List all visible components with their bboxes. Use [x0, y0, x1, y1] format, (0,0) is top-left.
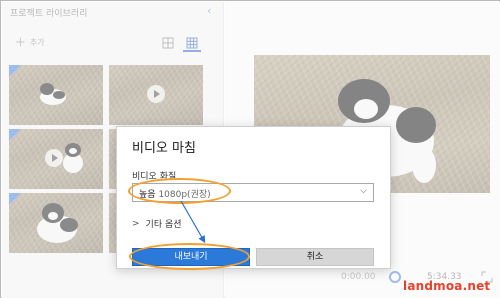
chevron-right-icon: > [132, 218, 140, 229]
chevron-down-icon: ⌵ [360, 186, 367, 196]
highlight-annotation [129, 243, 250, 270]
more-options-toggle[interactable]: > 기타 옵션 [132, 217, 182, 231]
watermark-text: landmoa.net [403, 279, 491, 293]
app-window: 프로젝트 라이브러리 ‹ + 추가 0:00.00 5:34.33 비디오 마침… [0, 0, 500, 298]
cancel-button[interactable]: 취소 [256, 248, 374, 266]
highlight-annotation [128, 178, 231, 204]
finish-video-dialog: 비디오 마침 비디오 화질 높음 1080p(권장) ⌵ > 기타 옵션 내보내… [116, 126, 391, 270]
more-options-label: 기타 옵션 [145, 220, 182, 230]
dialog-title: 비디오 마침 [132, 141, 196, 156]
